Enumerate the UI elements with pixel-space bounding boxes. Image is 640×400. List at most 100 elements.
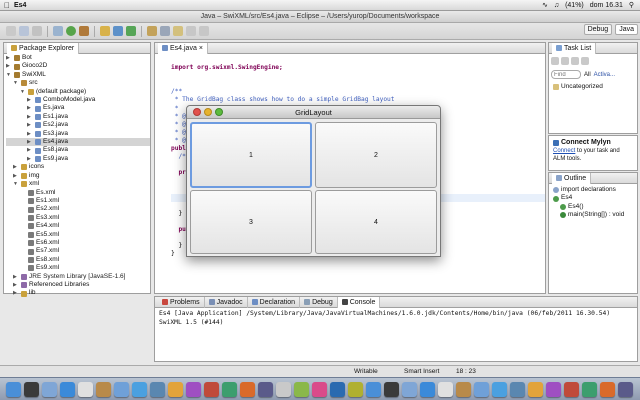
- tree-item[interactable]: ▶ Es.java: [6, 104, 150, 112]
- grid-button-3[interactable]: 3: [190, 190, 312, 254]
- tree-item[interactable]: ▶ Es2.java: [6, 121, 150, 129]
- collapsed-arrow-icon[interactable]: ▶: [6, 62, 12, 70]
- expanded-arrow-icon[interactable]: ▼: [13, 79, 19, 87]
- new-package-icon[interactable]: [113, 26, 123, 36]
- finder-icon[interactable]: [6, 381, 21, 397]
- external-tools-icon[interactable]: [79, 26, 89, 36]
- app-icon[interactable]: [420, 381, 435, 397]
- tree-item[interactable]: ▼ xml: [6, 180, 150, 188]
- app-icon[interactable]: [222, 381, 237, 397]
- app-menu[interactable]: Es4: [14, 2, 26, 9]
- volume-icon[interactable]: ♫: [554, 2, 559, 9]
- tree-item[interactable]: ▶ Es1.java: [6, 113, 150, 121]
- tab-console[interactable]: Console: [337, 296, 381, 308]
- app-icon[interactable]: [564, 381, 579, 397]
- tree-item[interactable]: Es6.xml: [6, 239, 150, 247]
- perspective-java[interactable]: Java: [615, 24, 638, 35]
- task-activate-link[interactable]: Activa...: [594, 72, 615, 78]
- perspective-debug[interactable]: Debug: [583, 24, 613, 35]
- collapsed-arrow-icon[interactable]: ▶: [13, 281, 19, 289]
- collapsed-arrow-icon[interactable]: ▶: [13, 163, 19, 171]
- app-icon[interactable]: [258, 381, 273, 397]
- app-icon[interactable]: [474, 381, 489, 397]
- iphoto-icon[interactable]: [150, 381, 165, 397]
- uncategorized-row[interactable]: Uncategorized: [549, 81, 637, 92]
- grid-button-1[interactable]: 1: [190, 122, 312, 188]
- tree-item[interactable]: ▶ Es3.java: [6, 130, 150, 138]
- new-java-project-icon[interactable]: [100, 26, 110, 36]
- annotation-icon[interactable]: [173, 26, 183, 36]
- collapsed-arrow-icon[interactable]: ▶: [27, 96, 33, 104]
- app-icon[interactable]: [186, 381, 201, 397]
- collapsed-arrow-icon[interactable]: ▶: [13, 273, 19, 281]
- app-icon[interactable]: [546, 381, 561, 397]
- expanded-arrow-icon[interactable]: ▼: [6, 71, 12, 79]
- app-icon[interactable]: [312, 381, 327, 397]
- preview-icon[interactable]: [114, 381, 129, 397]
- app-icon[interactable]: [402, 381, 417, 397]
- tree-item[interactable]: Es5.xml: [6, 231, 150, 239]
- clock[interactable]: dom 16.31: [590, 2, 623, 9]
- tree-item[interactable]: Es1.xml: [6, 197, 150, 205]
- tab-es4-java[interactable]: Es4.java ×: [158, 42, 208, 54]
- print-icon[interactable]: [32, 26, 42, 36]
- tree-item[interactable]: ▼ src: [6, 79, 150, 87]
- collapsed-arrow-icon[interactable]: ▶: [27, 121, 33, 129]
- trash-icon[interactable]: [618, 381, 633, 397]
- tab-debug[interactable]: Debug: [300, 296, 338, 308]
- grid-button-2[interactable]: 2: [315, 122, 437, 188]
- new-class-icon[interactable]: [126, 26, 136, 36]
- tree-item[interactable]: ▼ SwiXML: [6, 71, 150, 79]
- tab-javadoc[interactable]: Javadoc: [205, 296, 248, 308]
- collapsed-arrow-icon[interactable]: ▶: [27, 130, 33, 138]
- outline-item[interactable]: main(String[]) : void: [551, 211, 637, 219]
- tree-item[interactable]: ▼ (default package): [6, 88, 150, 96]
- filter-icon[interactable]: [571, 57, 579, 65]
- app-icon[interactable]: [366, 381, 381, 397]
- back-icon[interactable]: [186, 26, 196, 36]
- new-icon[interactable]: [6, 26, 16, 36]
- tab-problems[interactable]: Problems: [158, 296, 205, 308]
- collapse-icon[interactable]: [581, 57, 589, 65]
- tree-item[interactable]: ▶ icons: [6, 163, 150, 171]
- mylyn-connect-link[interactable]: Connect: [553, 148, 575, 154]
- app-icon[interactable]: [582, 381, 597, 397]
- expanded-arrow-icon[interactable]: ▼: [20, 88, 26, 96]
- dashboard-icon[interactable]: [24, 381, 39, 397]
- tab-package-explorer[interactable]: Package Explorer: [7, 42, 80, 54]
- collapsed-arrow-icon[interactable]: ▶: [13, 172, 19, 180]
- collapsed-arrow-icon[interactable]: ▶: [27, 146, 33, 154]
- app-icon[interactable]: [330, 381, 345, 397]
- tree-item[interactable]: ▶ Gioco2D: [6, 62, 150, 70]
- app-icon[interactable]: [294, 381, 309, 397]
- collapsed-arrow-icon[interactable]: ▶: [27, 138, 33, 146]
- task-find-input[interactable]: [551, 70, 581, 79]
- app-icon[interactable]: [240, 381, 255, 397]
- tree-item[interactable]: ▶ Es8.java: [6, 146, 150, 154]
- tree-item[interactable]: Es7.xml: [6, 247, 150, 255]
- save-icon[interactable]: [19, 26, 29, 36]
- app-icon[interactable]: [528, 381, 543, 397]
- task-all-button[interactable]: All: [584, 72, 591, 78]
- run-icon[interactable]: [66, 26, 76, 36]
- app-icon[interactable]: [348, 381, 363, 397]
- tab-task-list[interactable]: Task List: [552, 42, 597, 54]
- apple-menu-icon[interactable]: : [0, 1, 14, 10]
- tab-declaration[interactable]: Declaration: [248, 296, 301, 308]
- mail-icon[interactable]: [42, 381, 57, 397]
- app-icon[interactable]: [384, 381, 399, 397]
- itunes-icon[interactable]: [132, 381, 147, 397]
- console-output-area[interactable]: Es4 [Java Application] /System/Library/J…: [155, 308, 637, 328]
- tree-item[interactable]: ▶ Es4.java: [6, 138, 150, 147]
- safari-icon[interactable]: [60, 381, 75, 397]
- tree-item[interactable]: Es8.xml: [6, 256, 150, 264]
- tree-item[interactable]: ▶ Referenced Libraries: [6, 281, 150, 289]
- spotlight-icon[interactable]: ⚲: [629, 1, 634, 9]
- collapsed-arrow-icon[interactable]: ▶: [13, 289, 19, 297]
- app-icon[interactable]: [492, 381, 507, 397]
- app-icon[interactable]: [510, 381, 525, 397]
- outline-item[interactable]: Es4: [551, 194, 637, 202]
- open-type-icon[interactable]: [147, 26, 157, 36]
- debug-icon[interactable]: [53, 26, 63, 36]
- tree-item[interactable]: ▶ img: [6, 172, 150, 180]
